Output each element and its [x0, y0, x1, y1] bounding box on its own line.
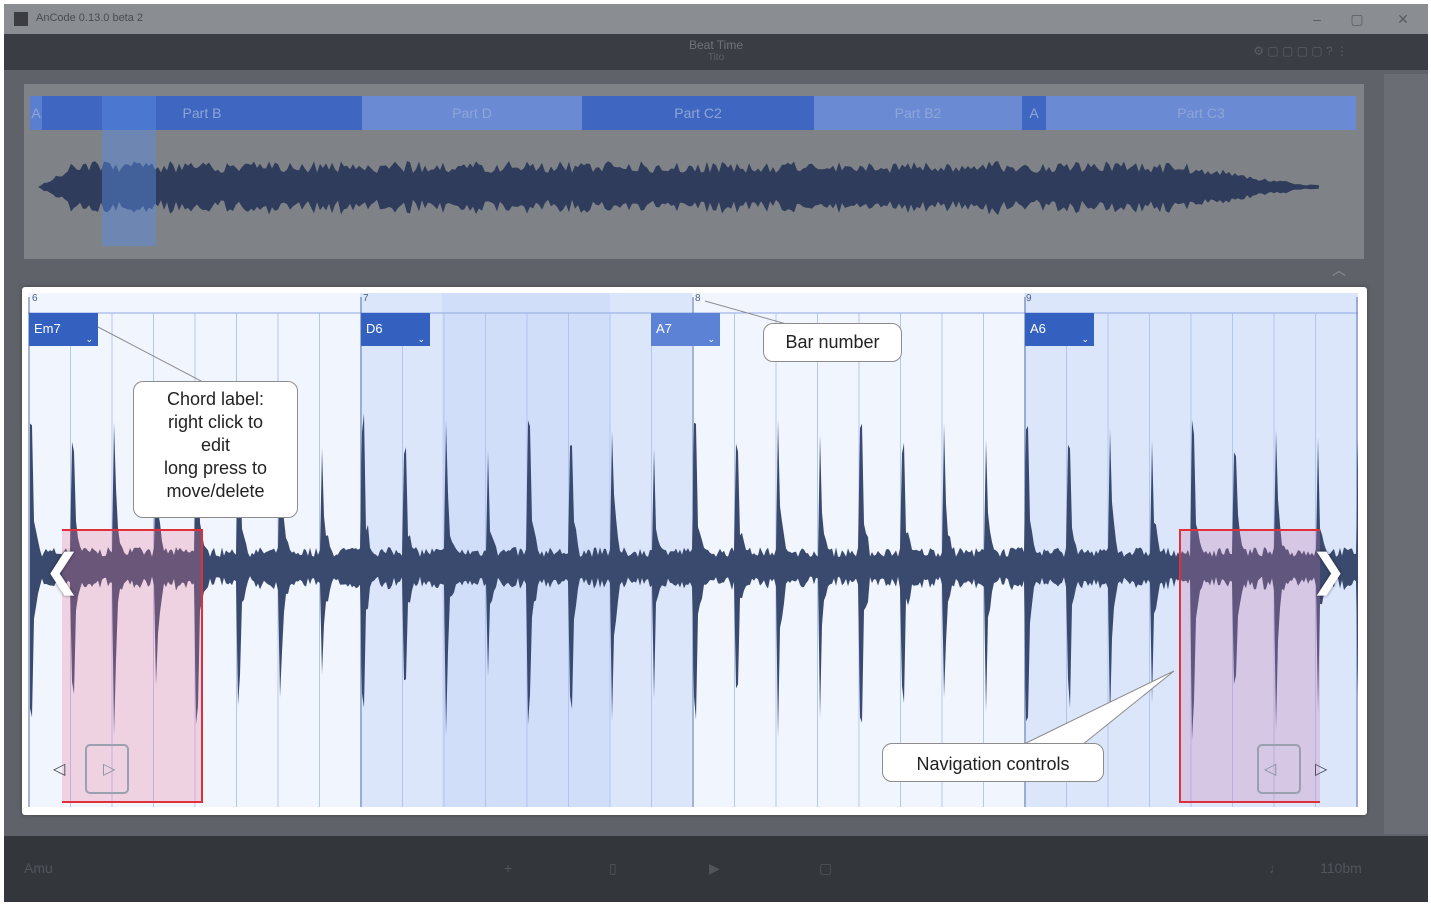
chevron-down-icon[interactable]: ⌄	[85, 335, 93, 344]
key-display[interactable]: Amu	[24, 860, 53, 876]
title-bar: AnCode 0.13.0 beta 2 – ▢ ✕	[4, 4, 1428, 34]
bar-number-callout: Bar number	[763, 323, 902, 362]
loop-back-icon[interactable]: ◁	[1264, 759, 1276, 779]
part-segment[interactable]: A	[30, 96, 42, 130]
waveform-canvas[interactable]	[22, 287, 1367, 815]
bar-number: 6	[32, 293, 38, 304]
chord-name: A6	[1030, 321, 1046, 336]
part-segment[interactable]: Part B	[42, 96, 362, 130]
part-segment[interactable]: Part C3	[1046, 96, 1356, 130]
chord-label[interactable]: Em7 ⌄	[29, 313, 98, 346]
callout-line: move/delete	[166, 481, 265, 501]
chord-label[interactable]: A6 ⌄	[1025, 313, 1094, 346]
chevron-down-icon[interactable]: ⌄	[1081, 335, 1089, 344]
header-tools[interactable]: ⚙ ▢ ▢ ▢ ▢ ? ⋮	[1253, 44, 1348, 58]
window-title: AnCode 0.13.0 beta 2	[36, 12, 144, 24]
loop-start-region[interactable]	[62, 530, 202, 802]
chord-label[interactable]: A7 ⌄	[651, 313, 720, 346]
minimize-button[interactable]: –	[1306, 10, 1328, 28]
part-segment[interactable]: Part C2	[582, 96, 814, 130]
chevron-down-icon[interactable]: ⌄	[707, 335, 715, 344]
play-icon[interactable]: ▶	[709, 860, 720, 877]
callout-line: right click to	[167, 412, 264, 432]
part-segment[interactable]: A	[1022, 96, 1046, 130]
part-strip: A Part B Part D Part C2 Part B2 A Part C…	[30, 96, 1356, 130]
part-segment[interactable]: Part B2	[814, 96, 1022, 130]
callout-line: long press to	[163, 458, 268, 478]
app-icon	[14, 12, 28, 26]
bar-number: 8	[695, 293, 701, 304]
tempo-display[interactable]: 110bm	[1320, 860, 1362, 876]
close-button[interactable]: ✕	[1392, 10, 1414, 28]
bar-number: 9	[1026, 293, 1032, 304]
bar-number: 7	[363, 293, 369, 304]
chord-label-callout: Chord label: right click to edit long pr…	[133, 381, 298, 518]
chord-name: Em7	[34, 321, 61, 336]
chord-name: D6	[366, 321, 383, 336]
small-previous-icon[interactable]: ◁	[53, 759, 65, 779]
transport-bar: Amu + ▯ ▶ ▢ ♩ 110bm	[4, 836, 1428, 902]
loop-icon[interactable]: ▢	[819, 860, 832, 877]
callout-line: Chord label:	[166, 389, 265, 409]
song-header: Beat Time Tito ⚙ ▢ ▢ ▢ ▢ ? ⋮	[4, 34, 1428, 70]
add-icon[interactable]: +	[504, 860, 512, 876]
chord-name: A7	[656, 321, 672, 336]
maximize-button[interactable]: ▢	[1346, 10, 1368, 28]
overview-waveform	[38, 161, 1319, 216]
metronome-icon[interactable]: ♩	[1269, 860, 1283, 876]
next-arrow-icon[interactable]: ❯	[1310, 549, 1347, 593]
right-side-panel	[1384, 74, 1428, 834]
chevron-down-icon[interactable]: ⌄	[417, 335, 425, 344]
chord-editor[interactable]: 6 7 8 9 Em7 ⌄ D6 ⌄ A7 ⌄ A6 ⌄ ❮ ❯ ◁ ▷ ◁ ▷…	[22, 287, 1367, 815]
overview-selection[interactable]	[102, 96, 156, 246]
previous-arrow-icon[interactable]: ❮	[44, 549, 81, 593]
song-title: Beat Time	[688, 38, 744, 52]
callout-line: edit	[200, 435, 231, 455]
loop-play-icon[interactable]: ▷	[103, 759, 115, 779]
part-segment[interactable]: Part D	[362, 96, 582, 130]
navigation-controls-callout: Navigation controls	[882, 743, 1104, 782]
stop-icon[interactable]: ▯	[609, 860, 617, 877]
chord-label[interactable]: D6 ⌄	[361, 313, 430, 346]
collapse-icon[interactable]: ︿	[1332, 260, 1346, 280]
song-subtitle: Tito	[707, 52, 725, 63]
song-overview[interactable]: A Part B Part D Part C2 Part B2 A Part C…	[24, 84, 1364, 259]
small-next-icon[interactable]: ▷	[1315, 759, 1327, 779]
